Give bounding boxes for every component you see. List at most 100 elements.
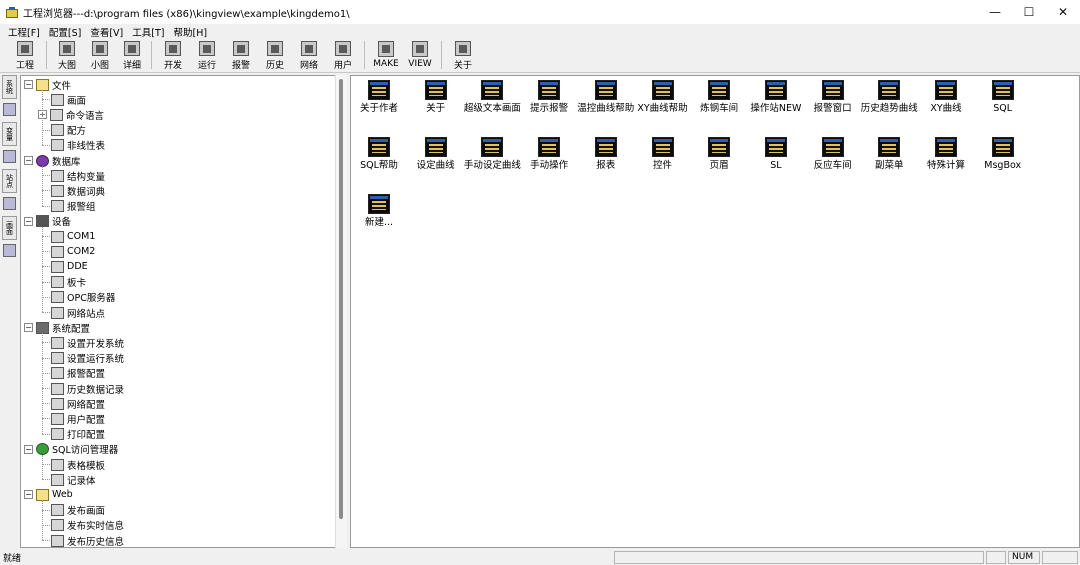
toolbar-history-button[interactable]: 历史: [258, 39, 292, 71]
tree-item[interactable]: 网络配置: [51, 396, 105, 411]
tree-item[interactable]: 打印配置: [51, 427, 105, 442]
screen-item[interactable]: 温控曲线帮助: [577, 80, 634, 115]
tree-connector: [42, 266, 50, 268]
collapse-icon[interactable]: −: [24, 490, 33, 500]
tree-item[interactable]: + 命令语言: [38, 107, 104, 122]
screen-item[interactable]: 新建...: [351, 194, 407, 229]
screen-item[interactable]: 提示报警: [521, 80, 577, 115]
toolbar-network-button[interactable]: 网络: [292, 39, 326, 71]
tree-item[interactable]: 历史数据记录: [51, 381, 124, 396]
toolbar-project-button[interactable]: 工程: [8, 39, 42, 71]
tree-item[interactable]: 表格模板: [51, 457, 105, 472]
tree-item[interactable]: 配方: [51, 123, 86, 138]
collapse-icon[interactable]: −: [24, 444, 33, 454]
vertical-tab-icon[interactable]: [3, 150, 16, 163]
tree-group[interactable]: − 系统配置: [24, 320, 90, 335]
toolbar-develop-button[interactable]: 开发: [156, 39, 190, 71]
screen-item[interactable]: 特殊计算: [918, 137, 974, 172]
tree-item[interactable]: 设置运行系统: [51, 351, 124, 366]
tree-item[interactable]: 非线性表: [51, 138, 105, 153]
tree-item[interactable]: 用户配置: [51, 411, 105, 426]
screen-item[interactable]: 关于作者: [351, 80, 407, 115]
toolbar-run-button[interactable]: 运行: [190, 39, 224, 71]
toolbar-smalls-icon-button[interactable]: 小图: [83, 39, 117, 71]
tree-group[interactable]: − 文件: [24, 77, 71, 92]
vertical-tab[interactable]: 站点: [2, 169, 17, 193]
collapse-icon[interactable]: −: [24, 323, 33, 333]
screen-item[interactable]: 控件: [635, 137, 691, 172]
toolbar-make-button[interactable]: MAKE: [369, 39, 403, 71]
vertical-tab-icon[interactable]: [3, 197, 16, 210]
screen-item[interactable]: 报表: [578, 137, 634, 172]
tree-item[interactable]: 报警配置: [51, 366, 105, 381]
screen-item[interactable]: XY曲线帮助: [635, 80, 691, 115]
close-button[interactable]: ✕: [1046, 0, 1080, 24]
vertical-tab[interactable]: 画面: [2, 216, 17, 240]
vertical-tab[interactable]: 变量: [2, 122, 17, 146]
screen-item[interactable]: 设定曲线: [408, 137, 464, 172]
tree-item[interactable]: 发布实时信息: [51, 518, 124, 533]
tree-item[interactable]: COM1: [51, 229, 95, 244]
tree-item[interactable]: 画面: [51, 92, 86, 107]
alarm-config-icon: [51, 367, 64, 380]
screen-item[interactable]: 关于: [408, 80, 464, 115]
tree-item[interactable]: COM2: [51, 244, 95, 259]
screen-item[interactable]: XY曲线: [918, 80, 974, 115]
screen-item[interactable]: 操作站NEW: [748, 80, 804, 115]
screen-item[interactable]: SL: [748, 137, 804, 172]
collapse-icon[interactable]: −: [24, 216, 33, 226]
menu-item[interactable]: 帮助[H]: [173, 25, 207, 39]
tree-node-label: 发布历史信息: [67, 536, 125, 548]
tree-item[interactable]: 数据词典: [51, 183, 105, 198]
tree-item[interactable]: 报警组: [51, 199, 96, 214]
screen-item[interactable]: SQL: [975, 80, 1031, 115]
tree-item[interactable]: 发布画面: [51, 503, 105, 518]
menu-item[interactable]: 查看[V]: [90, 25, 123, 39]
screen-item[interactable]: 手动设定曲线: [464, 137, 521, 172]
vertical-tab-icon[interactable]: [3, 103, 16, 116]
tree-item[interactable]: 板卡: [51, 275, 86, 290]
tree-connector: [42, 357, 50, 359]
screen-item[interactable]: 历史趋势曲线: [861, 80, 918, 115]
tree-item[interactable]: 结构变量: [51, 168, 105, 183]
screen-item[interactable]: 页眉: [691, 137, 747, 172]
tree-item[interactable]: 设置开发系统: [51, 335, 124, 350]
tree-group[interactable]: − 设备: [24, 214, 71, 229]
screen-item[interactable]: MsgBox: [975, 137, 1031, 172]
toolbar-view-button[interactable]: VIEW: [403, 39, 437, 71]
vertical-tab[interactable]: 系统: [2, 75, 17, 99]
tree-scrollbar-thumb[interactable]: [339, 79, 343, 519]
screen-item-label: 反应车间: [813, 160, 852, 171]
tree-item[interactable]: 记录体: [51, 472, 96, 487]
tree-group[interactable]: − Web: [24, 487, 73, 502]
collapse-icon[interactable]: −: [24, 156, 33, 165]
toolbar-larges-icon-button[interactable]: 大图: [51, 39, 83, 71]
screen-item[interactable]: 超级文本画面: [464, 80, 521, 115]
minimize-button[interactable]: —: [978, 0, 1012, 24]
screen-item[interactable]: 报警窗口: [805, 80, 861, 115]
screen-item[interactable]: SQL帮助: [351, 137, 407, 172]
toolbar-about-button[interactable]: 关于: [446, 39, 480, 71]
tree-item[interactable]: OPC服务器: [51, 290, 115, 305]
toolbar-user-button[interactable]: 用户: [326, 39, 360, 71]
device-icon: [36, 215, 49, 228]
menu-item[interactable]: 配置[S]: [49, 25, 81, 39]
vertical-tab-icon[interactable]: [3, 244, 16, 257]
tree-item[interactable]: 发布历史信息: [51, 533, 125, 548]
tree-group[interactable]: − 数据库: [24, 153, 81, 168]
screen-item[interactable]: 反应车间: [805, 137, 861, 172]
tree-group[interactable]: − SQL访问管理器: [24, 442, 118, 457]
toolbar-alarm-button[interactable]: 报警: [224, 39, 258, 71]
database-icon: [36, 154, 49, 167]
tree-item[interactable]: 网络站点: [51, 305, 105, 320]
maximize-button[interactable]: ☐: [1012, 0, 1046, 24]
toolbar-details-button[interactable]: 详细: [117, 39, 147, 71]
tree-item[interactable]: DDE: [51, 259, 88, 274]
menu-item[interactable]: 工具[T]: [132, 25, 164, 39]
collapse-icon[interactable]: −: [24, 80, 33, 89]
menu-item[interactable]: 工程[F]: [8, 25, 40, 39]
tree-scrollbar[interactable]: [335, 75, 347, 548]
screen-item[interactable]: 手动操作: [521, 137, 577, 172]
screen-item[interactable]: 副菜单: [861, 137, 917, 172]
screen-item[interactable]: 炼钢车间: [691, 80, 747, 115]
